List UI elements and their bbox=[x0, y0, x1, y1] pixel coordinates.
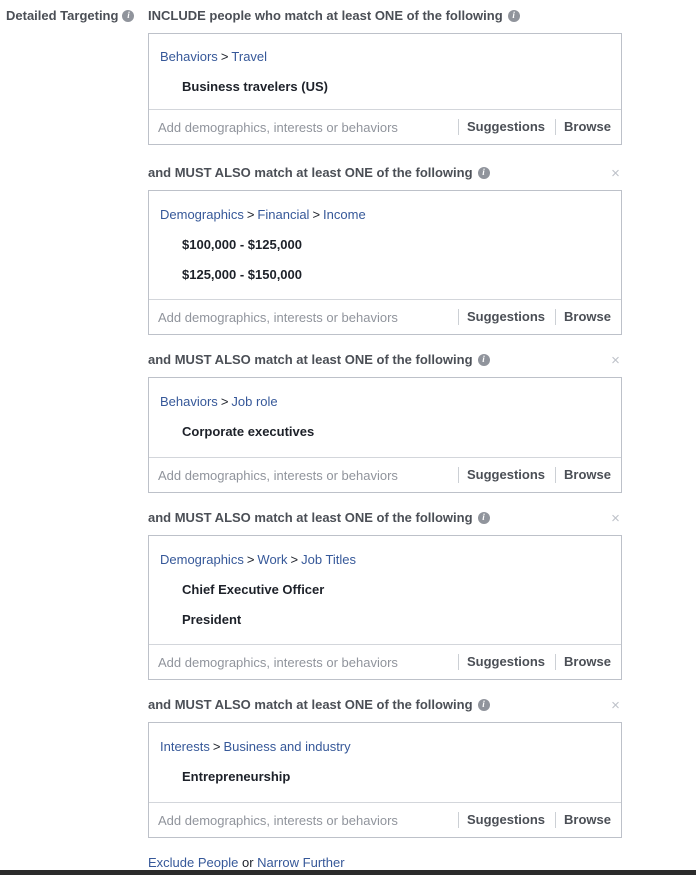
breadcrumb-separator: > bbox=[246, 207, 255, 222]
breadcrumb-link[interactable]: Work bbox=[257, 552, 287, 567]
breadcrumb-separator: > bbox=[220, 49, 229, 64]
selected-item[interactable]: $125,000 - $150,000 bbox=[182, 267, 302, 282]
close-icon[interactable]: × bbox=[609, 698, 622, 713]
search-row: Suggestions Browse bbox=[149, 299, 621, 334]
breadcrumb-link[interactable]: Behaviors bbox=[160, 394, 218, 409]
targeting-box: Behaviors > Job role Corporate executives … bbox=[148, 377, 622, 493]
info-icon[interactable]: i bbox=[477, 353, 490, 366]
section-label-text: Detailed Targeting bbox=[6, 8, 119, 23]
include-heading: INCLUDE people who match at least ONE of… bbox=[148, 8, 520, 23]
browse-button[interactable]: Browse bbox=[555, 309, 611, 325]
browse-button[interactable]: Browse bbox=[555, 467, 611, 483]
detailed-targeting-label: Detailed Targeting i bbox=[6, 8, 135, 23]
breadcrumb-link[interactable]: Business and industry bbox=[223, 739, 350, 754]
breadcrumb: Demographics > Work > Job Titles bbox=[160, 552, 356, 567]
search-input[interactable] bbox=[158, 118, 448, 136]
suggestions-button[interactable]: Suggestions bbox=[458, 309, 545, 325]
info-icon[interactable]: i bbox=[507, 9, 520, 22]
search-input[interactable] bbox=[158, 653, 448, 671]
breadcrumb-link[interactable]: Demographics bbox=[160, 552, 244, 567]
breadcrumb: Interests > Business and industry bbox=[160, 739, 351, 754]
breadcrumb-link[interactable]: Financial bbox=[257, 207, 309, 222]
selected-item[interactable]: Business travelers (US) bbox=[182, 79, 328, 94]
info-icon[interactable]: i bbox=[477, 511, 490, 524]
suggestions-button[interactable]: Suggestions bbox=[458, 654, 545, 670]
info-icon[interactable]: i bbox=[477, 698, 490, 711]
info-icon[interactable]: i bbox=[477, 166, 490, 179]
close-icon[interactable]: × bbox=[609, 511, 622, 526]
search-row: Suggestions Browse bbox=[149, 802, 621, 837]
breadcrumb-link[interactable]: Travel bbox=[231, 49, 267, 64]
and-heading: and MUST ALSO match at least ONE of the … bbox=[148, 352, 490, 367]
search-input[interactable] bbox=[158, 466, 448, 484]
and-heading: and MUST ALSO match at least ONE of the … bbox=[148, 697, 490, 712]
selected-item[interactable]: Corporate executives bbox=[182, 424, 314, 439]
browse-button[interactable]: Browse bbox=[555, 654, 611, 670]
browse-button[interactable]: Browse bbox=[555, 812, 611, 828]
footer-links: Exclude People or Narrow Further bbox=[148, 855, 345, 870]
and-heading-text: and MUST ALSO match at least ONE of the … bbox=[148, 165, 473, 180]
targeting-box: Demographics > Financial > Income $100,000 -… bbox=[148, 190, 622, 335]
narrow-further-link[interactable]: Narrow Further bbox=[257, 855, 344, 870]
breadcrumb-link[interactable]: Interests bbox=[160, 739, 210, 754]
targeting-box: Behaviors > Travel Business travelers (US)… bbox=[148, 33, 622, 145]
and-heading-text: and MUST ALSO match at least ONE of the … bbox=[148, 510, 473, 525]
breadcrumb-link[interactable]: Demographics bbox=[160, 207, 244, 222]
selected-item[interactable]: $100,000 - $125,000 bbox=[182, 237, 302, 252]
breadcrumb-separator: > bbox=[246, 552, 255, 567]
exclude-people-link[interactable]: Exclude People bbox=[148, 855, 238, 870]
suggestions-button[interactable]: Suggestions bbox=[458, 467, 545, 483]
breadcrumb-link[interactable]: Behaviors bbox=[160, 49, 218, 64]
search-row: Suggestions Browse bbox=[149, 457, 621, 492]
targeting-box: Demographics > Work > Job Titles Chief Execu… bbox=[148, 535, 622, 680]
info-icon[interactable]: i bbox=[122, 9, 135, 22]
breadcrumb: Behaviors > Job role bbox=[160, 394, 278, 409]
breadcrumb-link[interactable]: Job role bbox=[231, 394, 277, 409]
breadcrumb-separator: > bbox=[312, 207, 321, 222]
and-heading: and MUST ALSO match at least ONE of the … bbox=[148, 510, 490, 525]
selected-item[interactable]: Entrepreneurship bbox=[182, 769, 290, 784]
breadcrumb: Behaviors > Travel bbox=[160, 49, 267, 64]
close-icon[interactable]: × bbox=[609, 353, 622, 368]
breadcrumb-link[interactable]: Income bbox=[323, 207, 366, 222]
breadcrumb-link[interactable]: Job Titles bbox=[301, 552, 356, 567]
breadcrumb-separator: > bbox=[212, 739, 221, 754]
selected-item[interactable]: Chief Executive Officer bbox=[182, 582, 324, 597]
search-row: Suggestions Browse bbox=[149, 644, 621, 679]
search-row: Suggestions Browse bbox=[149, 109, 621, 144]
breadcrumb: Demographics > Financial > Income bbox=[160, 207, 366, 222]
breadcrumb-separator: > bbox=[290, 552, 299, 567]
include-heading-text: INCLUDE people who match at least ONE of… bbox=[148, 8, 503, 23]
search-input[interactable] bbox=[158, 308, 448, 326]
and-heading: and MUST ALSO match at least ONE of the … bbox=[148, 165, 490, 180]
footer-or-text: or bbox=[241, 855, 254, 870]
and-heading-text: and MUST ALSO match at least ONE of the … bbox=[148, 697, 473, 712]
and-heading-text: and MUST ALSO match at least ONE of the … bbox=[148, 352, 473, 367]
bottom-divider bbox=[0, 870, 696, 875]
suggestions-button[interactable]: Suggestions bbox=[458, 119, 545, 135]
selected-item[interactable]: President bbox=[182, 612, 241, 627]
breadcrumb-separator: > bbox=[220, 394, 229, 409]
search-input[interactable] bbox=[158, 811, 448, 829]
targeting-box: Interests > Business and industry Entrepre… bbox=[148, 722, 622, 838]
close-icon[interactable]: × bbox=[609, 166, 622, 181]
browse-button[interactable]: Browse bbox=[555, 119, 611, 135]
suggestions-button[interactable]: Suggestions bbox=[458, 812, 545, 828]
